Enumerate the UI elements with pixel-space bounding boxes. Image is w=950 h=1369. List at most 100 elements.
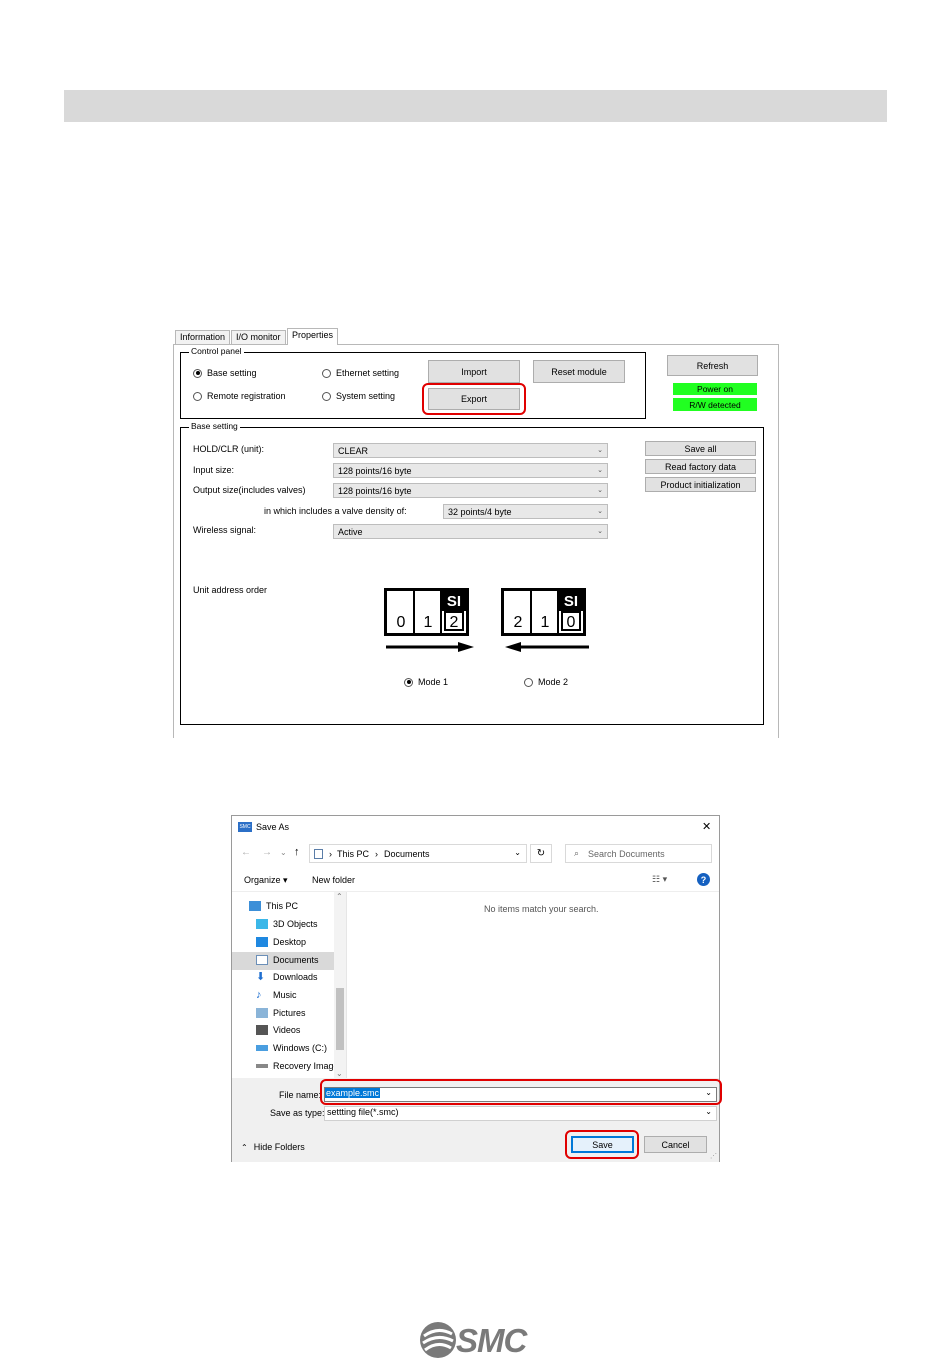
power-status-indicator: Power on xyxy=(673,383,757,395)
input-size-label: Input size: xyxy=(193,465,235,475)
select-value: 128 points/16 byte xyxy=(338,485,412,496)
tree-item-label: Windows (C:) xyxy=(273,1043,328,1053)
save-type-select[interactable]: settting file(*.smc) ⌄ xyxy=(324,1106,717,1121)
chevron-up-icon: ⌃ xyxy=(241,1142,248,1152)
control-panel-group: Control panel Base setting Ethernet sett… xyxy=(180,346,646,419)
radio-ethernet-setting[interactable]: Ethernet setting xyxy=(322,368,399,378)
tree-item-recovery-image[interactable]: Recovery Image xyxy=(256,1061,339,1071)
tab-information[interactable]: Information xyxy=(175,330,231,344)
save-all-button[interactable]: Save all xyxy=(645,441,756,456)
tree-item-label: Videos xyxy=(273,1025,301,1035)
radio-system-setting[interactable]: System setting xyxy=(322,391,395,401)
select-value: 32 points/4 byte xyxy=(448,506,512,517)
radio-remote-registration[interactable]: Remote registration xyxy=(193,391,286,401)
resize-grip-icon[interactable]: ⋰ xyxy=(710,1152,717,1160)
tree-item-3d-objects[interactable]: 3D Objects xyxy=(256,919,318,929)
tree-item-desktop[interactable]: Desktop xyxy=(256,937,306,947)
tree-item-label: Desktop xyxy=(273,937,307,947)
radio-dot-icon xyxy=(404,677,413,687)
read-factory-data-button[interactable]: Read factory data xyxy=(645,459,756,474)
tree-item-pictures[interactable]: Pictures xyxy=(256,1008,306,1018)
tree-item-music[interactable]: ♪ Music xyxy=(256,989,297,1001)
base-setting-title: Base setting xyxy=(189,421,240,431)
address-bar[interactable]: › This PC › Documents ⌄ xyxy=(309,844,527,863)
up-icon[interactable]: ↑ xyxy=(294,846,300,858)
radio-mode-1[interactable]: Mode 1 xyxy=(404,677,448,687)
cube-icon xyxy=(256,919,268,929)
radio-base-setting[interactable]: Base setting xyxy=(193,368,257,378)
recent-dropdown-icon[interactable]: ⌄ xyxy=(280,848,287,857)
scroll-down-icon[interactable]: ⌄ xyxy=(336,1069,343,1078)
hide-folders-button[interactable]: ⌃ Hide Folders xyxy=(241,1142,305,1152)
view-options-icon[interactable]: ☷ ▾ xyxy=(652,874,667,885)
navigation-pane: This PC 3D Objects Desktop Documents ⬇ D… xyxy=(232,892,346,1078)
hold-clr-label: HOLD/CLR (unit): xyxy=(193,444,265,454)
smc-logo-mark-icon xyxy=(420,1322,456,1358)
input-size-select[interactable]: 128 points/16 byte ⌄ xyxy=(333,463,608,478)
reset-module-button[interactable]: Reset module xyxy=(533,360,625,383)
chevron-down-icon[interactable]: ⌄ xyxy=(705,1107,712,1116)
smc-logo: SMC xyxy=(418,1320,530,1362)
chevron-down-icon[interactable]: ⌄ xyxy=(514,848,521,857)
breadcrumb-documents[interactable]: Documents xyxy=(384,849,430,859)
mode1-digit: 2 xyxy=(449,614,459,631)
close-icon[interactable]: ✕ xyxy=(702,820,711,833)
breadcrumb-separator: › xyxy=(375,848,379,859)
search-input[interactable]: ⌕ Search Documents xyxy=(565,844,712,863)
document-icon xyxy=(256,955,268,965)
save-type-label: Save as type: xyxy=(270,1108,325,1118)
valve-density-label: in which includes a valve density of: xyxy=(264,506,407,516)
output-size-select[interactable]: 128 points/16 byte ⌄ xyxy=(333,483,608,498)
product-initialization-button[interactable]: Product initialization xyxy=(645,477,756,492)
wireless-signal-label: Wireless signal: xyxy=(193,525,257,535)
scrollbar-thumb[interactable] xyxy=(336,988,344,1050)
tree-item-downloads[interactable]: ⬇ Downloads xyxy=(256,971,318,983)
radio-mode-2[interactable]: Mode 2 xyxy=(524,677,568,687)
file-name-label: File name: xyxy=(279,1090,322,1100)
radio-dot-icon xyxy=(193,391,202,401)
new-folder-button[interactable]: New folder xyxy=(312,875,355,885)
music-icon: ♪ xyxy=(256,989,262,1001)
app-icon: SMC xyxy=(238,822,252,832)
save-type-value: settting file(*.smc) xyxy=(327,1107,399,1117)
empty-message: No items match your search. xyxy=(484,904,599,914)
tree-scrollbar[interactable]: ⌃ ⌄ xyxy=(334,892,346,1078)
radio-label: Remote registration xyxy=(207,391,286,401)
search-placeholder: Search Documents xyxy=(588,848,665,859)
back-icon[interactable]: ← xyxy=(241,847,251,858)
download-icon: ⬇ xyxy=(256,971,266,983)
forward-icon[interactable]: → xyxy=(262,847,272,858)
wireless-signal-select[interactable]: Active ⌄ xyxy=(333,524,608,539)
mode1-si-label: SI xyxy=(442,591,466,611)
scroll-up-icon[interactable]: ⌃ xyxy=(336,892,343,901)
import-button[interactable]: Import xyxy=(428,360,520,383)
tree-item-videos[interactable]: Videos xyxy=(256,1025,300,1035)
chevron-down-icon: ⌄ xyxy=(597,528,603,535)
hold-clr-select[interactable]: CLEAR ⌄ xyxy=(333,443,608,458)
refresh-icon[interactable]: ↻ xyxy=(530,844,552,863)
tree-item-windows-c[interactable]: Windows (C:) xyxy=(256,1043,327,1053)
left-arrow-icon xyxy=(505,642,589,652)
tree-item-documents[interactable]: Documents xyxy=(256,955,319,965)
help-icon[interactable]: ? xyxy=(697,873,710,886)
tab-strip: Information I/O monitor Properties xyxy=(173,328,779,345)
drive-icon xyxy=(256,1064,268,1068)
cancel-button[interactable]: Cancel xyxy=(644,1136,707,1153)
tree-item-this-pc[interactable]: This PC xyxy=(249,901,298,911)
breadcrumb-separator: › xyxy=(329,848,332,859)
tab-properties[interactable]: Properties xyxy=(287,328,339,345)
mode2-diagram: SI 2 1 0 xyxy=(501,588,586,636)
organize-menu[interactable]: Organize ▾ xyxy=(244,875,288,886)
tree-item-label: This PC xyxy=(266,901,299,911)
refresh-button[interactable]: Refresh xyxy=(667,355,758,376)
valve-density-select[interactable]: 32 points/4 byte ⌄ xyxy=(443,504,608,519)
desktop-icon xyxy=(256,937,268,947)
base-setting-group: Base setting HOLD/CLR (unit): CLEAR ⌄ In… xyxy=(180,421,764,725)
breadcrumb-this-pc[interactable]: This PC xyxy=(337,849,369,859)
save-highlight xyxy=(565,1130,639,1159)
tree-item-label: Recovery Image xyxy=(273,1061,339,1071)
radio-dot-icon xyxy=(524,677,533,687)
control-panel-title: Control panel xyxy=(189,346,244,356)
file-name-highlight xyxy=(320,1079,722,1105)
tab-io-monitor[interactable]: I/O monitor xyxy=(231,330,286,344)
